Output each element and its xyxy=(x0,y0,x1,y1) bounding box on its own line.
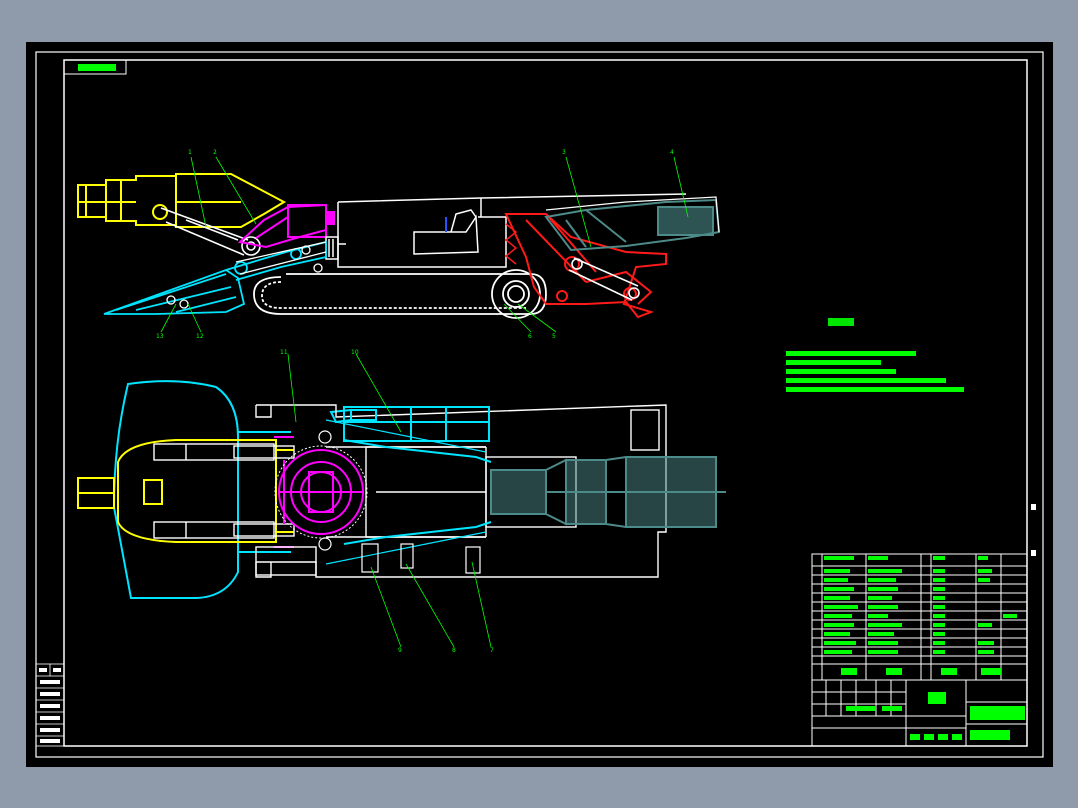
callout-9: 9 xyxy=(398,647,402,654)
callout-4: 4 xyxy=(670,149,674,156)
slew-cylinders xyxy=(153,443,295,539)
cad-drawing: 1 2 3 4 5 6 12 13 7 8 9 10 11 xyxy=(35,51,1044,758)
plan-leaders xyxy=(287,353,492,648)
technical-requirements xyxy=(786,318,964,392)
callout-8: 8 xyxy=(452,647,456,654)
side-stamp-fills xyxy=(39,668,61,743)
callout-1: 1 xyxy=(188,149,192,156)
callout-6: 6 xyxy=(528,333,532,340)
drive-wheel xyxy=(491,269,541,319)
spring-pads xyxy=(318,430,481,574)
callout-2: 2 xyxy=(213,149,217,156)
cad-viewport[interactable]: 1 2 3 4 5 6 12 13 7 8 9 10 11 xyxy=(26,42,1053,767)
loader-apron-cyan xyxy=(103,240,327,315)
slewing-disc-magenta xyxy=(274,436,364,548)
callout-10: 10 xyxy=(351,349,359,356)
conveyor-links xyxy=(166,241,327,309)
side-view xyxy=(77,156,721,333)
callout-3: 3 xyxy=(562,149,566,156)
callout-12: 12 xyxy=(196,333,204,340)
callout-11: 11 xyxy=(280,349,288,356)
boom-base-magenta xyxy=(237,203,335,249)
right-edge-marks xyxy=(1031,504,1036,556)
top-left-tag xyxy=(63,59,127,75)
rear-conveyor-plan-teal xyxy=(490,455,726,529)
callout-5: 5 xyxy=(552,333,556,340)
plan-view xyxy=(77,353,726,648)
callout-13: 13 xyxy=(156,333,164,340)
callout-7: 7 xyxy=(490,647,494,654)
